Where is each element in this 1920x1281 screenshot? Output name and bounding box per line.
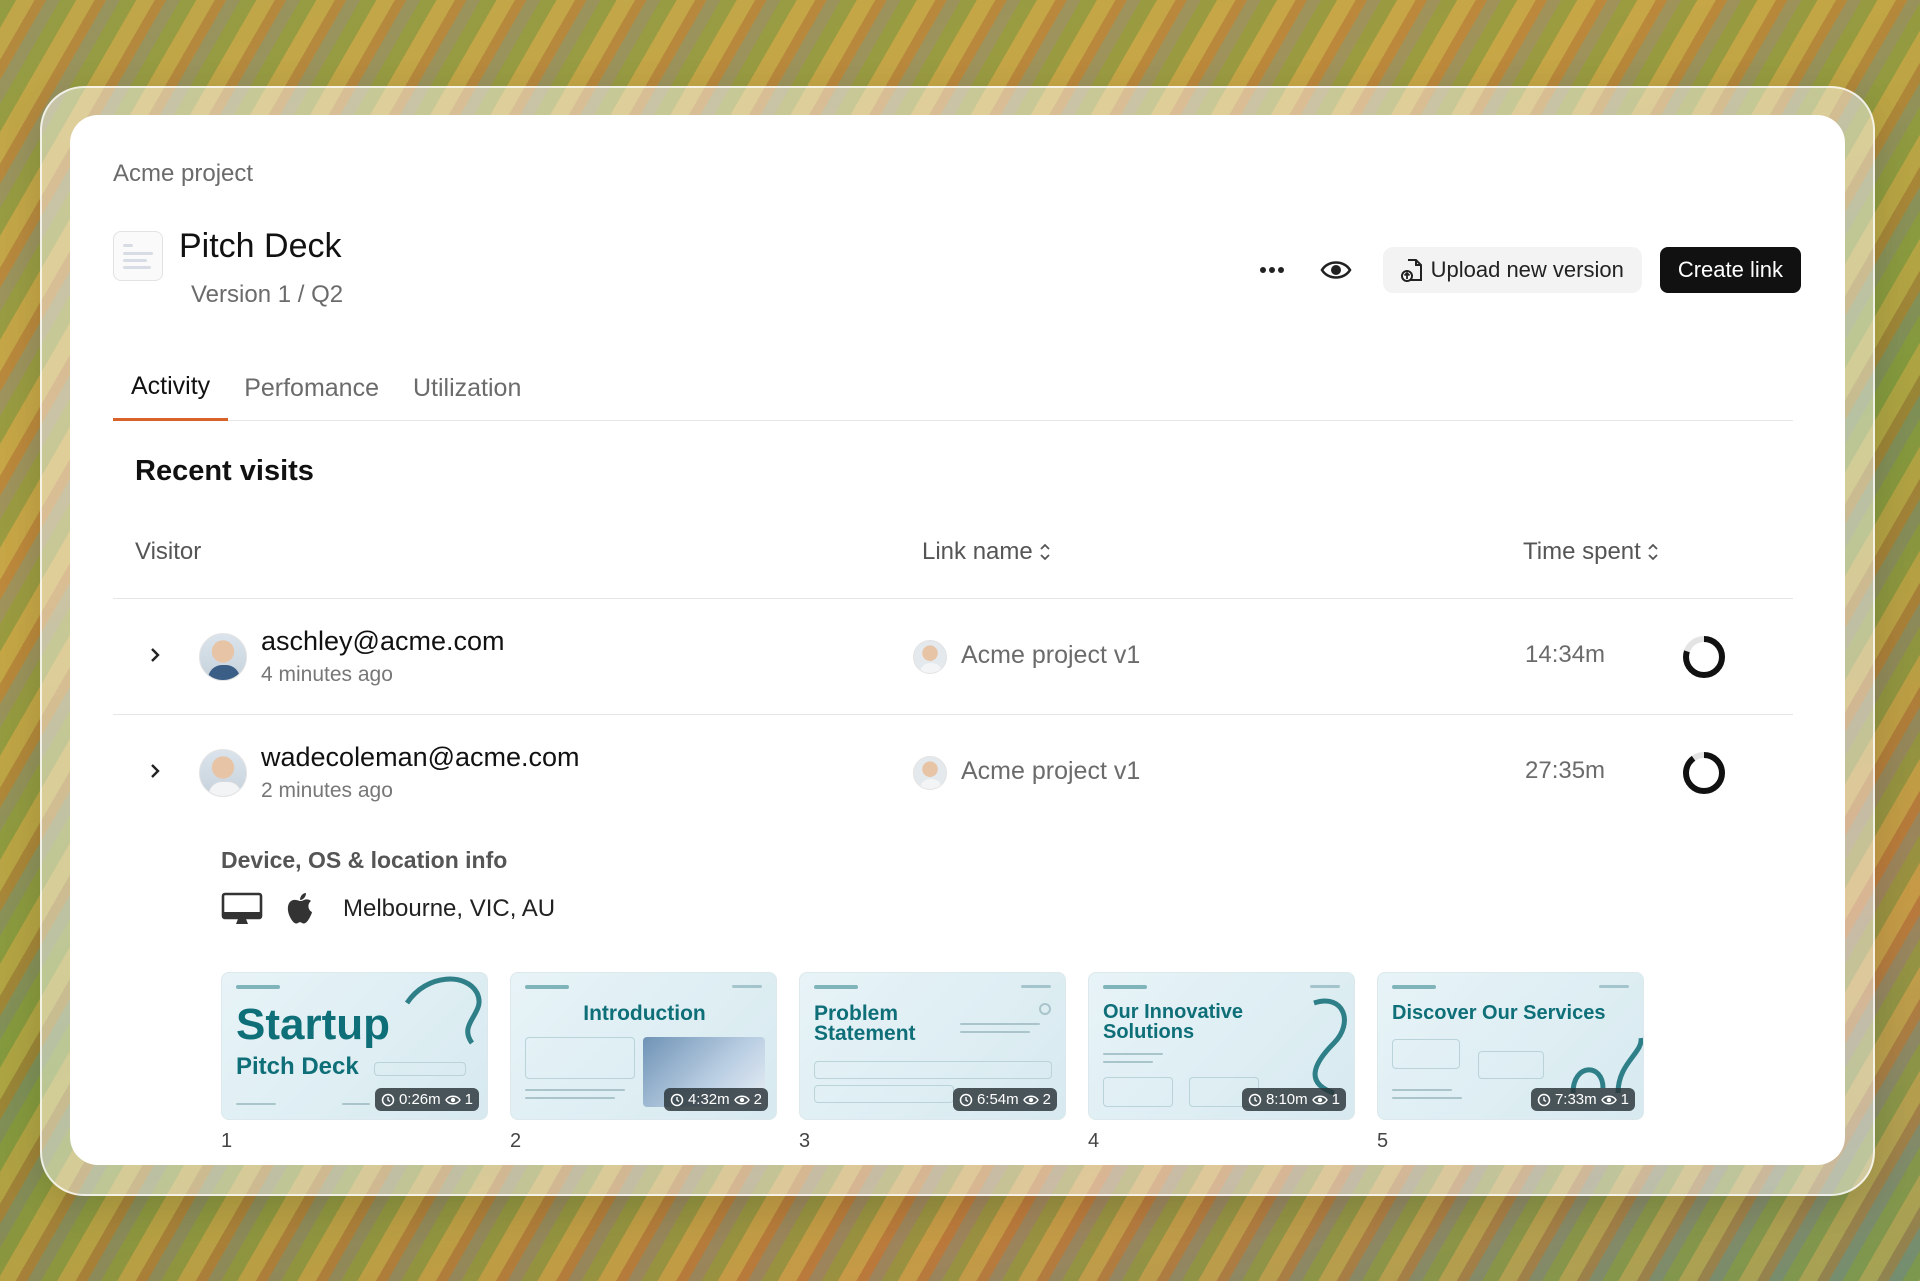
table-row[interactable]: aschley@acme.com 4 minutes ago Acme proj… xyxy=(113,599,1793,715)
visit-time-ago: 4 minutes ago xyxy=(261,663,393,686)
slide-views: 1 xyxy=(1620,1091,1629,1108)
slide-views: 2 xyxy=(1042,1091,1051,1108)
document-panel: Acme project Pitch Deck Version 1 / Q2 U… xyxy=(70,115,1845,1165)
tab-activity[interactable]: Activity xyxy=(113,355,229,421)
slide-time: 4:32m xyxy=(687,1091,730,1108)
tab-utilization[interactable]: Utilization xyxy=(397,355,539,421)
column-time-spent[interactable]: Time spent xyxy=(1523,538,1659,566)
desktop-icon xyxy=(221,892,263,924)
slide-time: 6:54m xyxy=(976,1091,1019,1108)
visit-time-ago: 2 minutes ago xyxy=(261,779,393,802)
progress-ring-arc xyxy=(1683,752,1725,794)
document-thumbnail xyxy=(113,231,163,281)
clock-icon xyxy=(381,1093,395,1106)
eye-icon xyxy=(1600,1095,1617,1104)
device-info-row: Melbourne, VIC, AU xyxy=(221,892,555,926)
slide-stats-badge: 0:26m 1 xyxy=(374,1088,479,1111)
slide-thumbnail[interactable]: Startup Pitch Deck 0:26m 1 1 xyxy=(221,972,488,1153)
chevron-right-icon[interactable] xyxy=(143,759,167,783)
slide-number: 3 xyxy=(799,1130,811,1152)
create-link-button[interactable]: Create link xyxy=(1659,247,1801,293)
clock-icon xyxy=(1248,1093,1262,1106)
link-avatar xyxy=(913,640,947,674)
slide-stats-badge: 4:32m 2 xyxy=(663,1088,768,1111)
time-spent: 27:35m xyxy=(1525,757,1606,784)
eye-icon[interactable] xyxy=(1313,247,1359,293)
slide-number: 5 xyxy=(1377,1130,1389,1152)
tab-bar: Activity Perfomance Utilization xyxy=(113,355,1793,421)
slide-image: Problem Statement 6:54m 2 xyxy=(799,972,1066,1120)
slide-thumbnail[interactable]: Discover Our Services 7:33m 1 5 xyxy=(1377,972,1644,1153)
eye-icon xyxy=(1311,1095,1328,1104)
slide-thumbnail[interactable]: Introduction 4:32m 2 2 xyxy=(510,972,777,1153)
upload-new-version-button[interactable]: Upload new version xyxy=(1382,247,1642,293)
clock-icon xyxy=(670,1093,684,1106)
slide-stats-badge: 8:10m 1 xyxy=(1241,1088,1346,1111)
eye-icon xyxy=(444,1095,461,1104)
apple-icon xyxy=(287,893,312,924)
slide-title: Our Innovative xyxy=(1103,1001,1244,1023)
column-link-name-label: Link name xyxy=(922,538,1033,565)
slide-title: Startup xyxy=(236,1000,390,1049)
slide-views: 2 xyxy=(753,1091,762,1108)
slide-strip: Startup Pitch Deck 0:26m 1 1 Introductio… xyxy=(221,972,1644,1153)
slide-thumbnail[interactable]: Our Innovative Solutions 8:10m 1 4 xyxy=(1088,972,1355,1153)
link-name[interactable]: Acme project v1 xyxy=(961,641,1140,670)
slide-title: Discover Our Services xyxy=(1392,1002,1606,1024)
slide-title: Problem xyxy=(814,1002,899,1025)
table-row[interactable]: wadecoleman@acme.com 2 minutes ago Acme … xyxy=(113,715,1793,831)
slide-image: Startup Pitch Deck 0:26m 1 xyxy=(221,972,488,1120)
slide-image: Our Innovative Solutions 8:10m 1 xyxy=(1088,972,1355,1120)
location-text: Melbourne, VIC, AU xyxy=(343,895,556,922)
slide-subtitle: Pitch Deck xyxy=(236,1053,359,1080)
link-avatar xyxy=(913,756,947,790)
visitor-email: wadecoleman@acme.com xyxy=(261,742,580,772)
time-spent: 14:34m xyxy=(1525,641,1606,668)
clock-icon xyxy=(1537,1093,1551,1106)
eye-icon xyxy=(733,1095,750,1104)
slide-time: 0:26m xyxy=(398,1091,441,1108)
project-breadcrumb[interactable]: Acme project xyxy=(113,160,253,188)
slide-number: 1 xyxy=(221,1130,233,1152)
sort-icon xyxy=(1648,543,1658,561)
chevron-right-icon[interactable] xyxy=(143,643,167,667)
sort-icon xyxy=(1040,543,1050,561)
slide-title: Introduction xyxy=(583,1002,706,1025)
file-upload-icon xyxy=(1400,259,1422,282)
slide-time: 8:10m xyxy=(1265,1091,1308,1108)
column-visitor: Visitor xyxy=(135,538,201,566)
link-name[interactable]: Acme project v1 xyxy=(961,757,1140,786)
slide-stats-badge: 7:33m 1 xyxy=(1530,1088,1635,1111)
progress-ring xyxy=(1683,636,1725,678)
clock-icon xyxy=(959,1093,973,1106)
upload-label: Upload new version xyxy=(1430,257,1624,282)
column-link-name[interactable]: Link name xyxy=(922,538,1051,566)
header-actions: Upload new version Create link xyxy=(1249,247,1801,293)
progress-ring xyxy=(1683,752,1725,794)
slide-image: Introduction 4:32m 2 xyxy=(510,972,777,1120)
document-title: Pitch Deck xyxy=(179,227,342,265)
tab-performance[interactable]: Perfomance xyxy=(228,355,397,421)
visitor-email: aschley@acme.com xyxy=(261,626,505,656)
document-version: Version 1 / Q2 xyxy=(191,281,344,308)
slide-image: Discover Our Services 7:33m 1 xyxy=(1377,972,1644,1120)
slide-stats-badge: 6:54m 2 xyxy=(952,1088,1057,1111)
device-info-title: Device, OS & location info xyxy=(221,847,508,873)
slide-time: 7:33m xyxy=(1554,1091,1597,1108)
avatar xyxy=(199,633,247,681)
slide-subtitle: Solutions xyxy=(1103,1021,1195,1043)
column-time-spent-label: Time spent xyxy=(1523,538,1641,565)
slide-views: 1 xyxy=(464,1091,473,1108)
section-title: Recent visits xyxy=(135,455,314,487)
more-horizontal-icon[interactable] xyxy=(1249,247,1295,293)
avatar xyxy=(199,749,247,797)
column-visitor-label: Visitor xyxy=(135,538,202,565)
slide-views: 1 xyxy=(1331,1091,1340,1108)
eye-icon xyxy=(1022,1095,1039,1104)
slide-number: 4 xyxy=(1088,1130,1100,1152)
slide-thumbnail[interactable]: Problem Statement 6:54m 2 3 xyxy=(799,972,1066,1153)
slide-subtitle: Statement xyxy=(814,1022,916,1045)
slide-number: 2 xyxy=(510,1130,522,1152)
